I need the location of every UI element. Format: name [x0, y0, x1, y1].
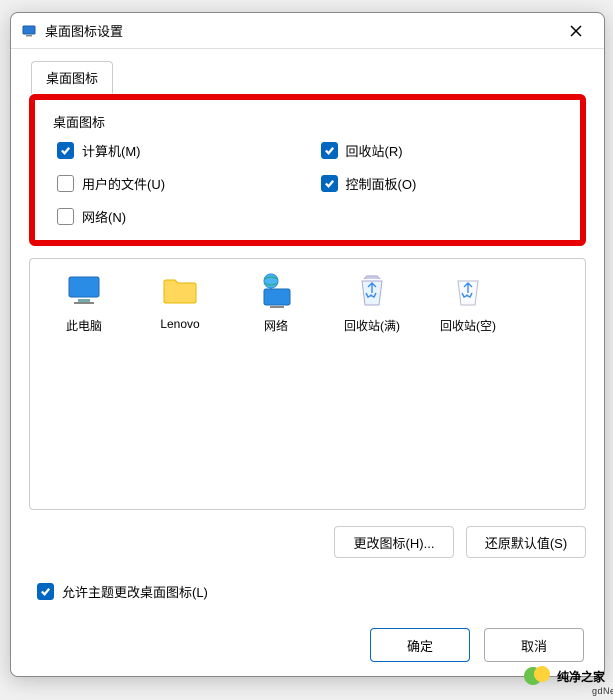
icon-label: 此电脑: [66, 317, 102, 334]
recycle-empty-icon: [448, 271, 488, 311]
icon-recycle-full[interactable]: 回收站(满): [326, 267, 418, 338]
restore-default-button[interactable]: 还原默认值(S): [466, 526, 586, 558]
watermark-icon: [523, 662, 551, 690]
folder-icon: [160, 271, 200, 311]
allow-theme-checkbox[interactable]: 允许主题更改桌面图标(L): [29, 582, 586, 601]
checkbox-box: [321, 175, 338, 192]
checkbox-cpanel[interactable]: 控制面板(O): [321, 174, 567, 193]
icon-label: 网络: [264, 317, 288, 334]
checkbox-label: 允许主题更改桌面图标(L): [62, 582, 208, 601]
tab-desktop-icons[interactable]: 桌面图标: [31, 61, 113, 94]
close-button[interactable]: [556, 16, 596, 46]
change-icon-button[interactable]: 更改图标(H)...: [334, 526, 454, 558]
network-icon: [256, 271, 296, 311]
watermark: 纯净之家 gdNet.com: [523, 662, 605, 690]
recycle-full-icon: [352, 271, 392, 311]
checkbox-box: [57, 208, 74, 225]
checkbox-label: 控制面板(O): [346, 174, 417, 193]
checkbox-label: 用户的文件(U): [82, 174, 165, 193]
watermark-subtext: gdNet.com: [592, 686, 613, 696]
icon-recycle-empty[interactable]: 回收站(空): [422, 267, 514, 338]
icon-this-pc[interactable]: 此电脑: [38, 267, 130, 338]
dialog-buttons: 确定 取消: [370, 628, 584, 662]
icon-lenovo-folder[interactable]: Lenovo: [134, 267, 226, 335]
ok-button[interactable]: 确定: [370, 628, 470, 662]
checkbox-box: [321, 142, 338, 159]
titlebar: 桌面图标设置: [11, 13, 604, 49]
icon-buttons-row: 更改图标(H)... 还原默认值(S): [29, 526, 586, 558]
group-title: 桌面图标: [53, 112, 566, 131]
checkbox-label: 网络(N): [82, 207, 126, 226]
checkbox-box: [37, 583, 54, 600]
checkbox-grid: 计算机(M) 回收站(R) 用户的文件(U) 控制面板(O) 网络(N): [49, 141, 566, 230]
checkbox-label: 计算机(M): [82, 141, 141, 160]
checkbox-computer[interactable]: 计算机(M): [57, 141, 303, 160]
cancel-button[interactable]: 取消: [484, 628, 584, 662]
watermark-text: 纯净之家: [557, 670, 605, 684]
icon-label: Lenovo: [160, 317, 199, 331]
checkbox-userfiles[interactable]: 用户的文件(U): [57, 174, 303, 193]
tabstrip: 桌面图标: [11, 49, 604, 95]
icon-network[interactable]: 网络: [230, 267, 322, 338]
dialog-content: 桌面图标 计算机(M) 回收站(R) 用户的文件(U) 控制面板(O): [11, 94, 604, 619]
checkbox-box: [57, 142, 74, 159]
icon-label: 回收站(满): [344, 317, 400, 334]
desktop-icon-settings-window: 桌面图标设置 桌面图标 桌面图标 计算机(M) 回收站(R) 用户的文件(U: [10, 12, 605, 677]
checkbox-network[interactable]: 网络(N): [57, 207, 303, 226]
checkbox-label: 回收站(R): [346, 141, 403, 160]
checkbox-recycle[interactable]: 回收站(R): [321, 141, 567, 160]
icon-label: 回收站(空): [440, 317, 496, 334]
monitor-icon: [64, 271, 104, 311]
app-icon: [21, 23, 37, 39]
window-title: 桌面图标设置: [45, 21, 556, 40]
icon-preview-panel: 此电脑 Lenovo 网络 回收站(满): [29, 258, 586, 510]
highlighted-group: 桌面图标 计算机(M) 回收站(R) 用户的文件(U) 控制面板(O): [29, 94, 586, 246]
checkbox-box: [57, 175, 74, 192]
